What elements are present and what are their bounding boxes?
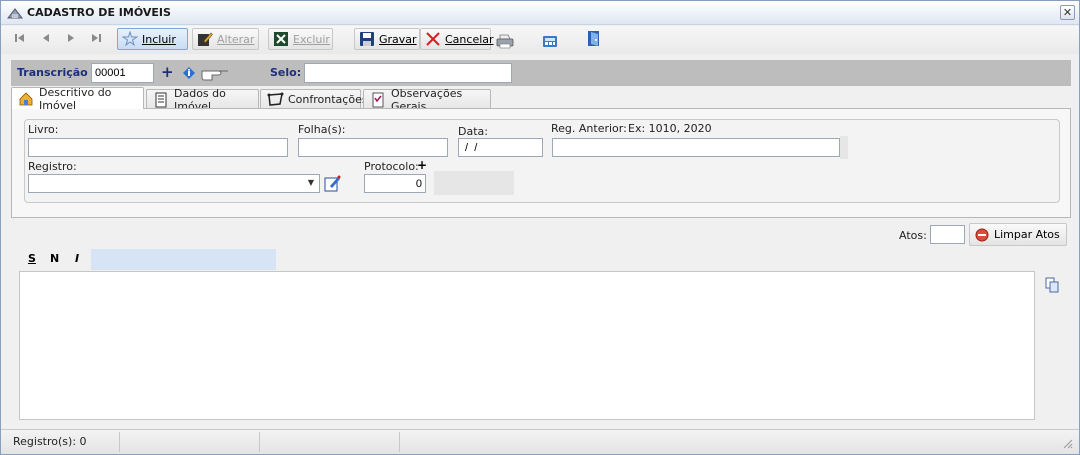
status-bar: Registro(s): 0: [1, 429, 1079, 454]
atos-bar: Atos: Limpar Atos: [11, 220, 1071, 248]
boundary-icon: [267, 92, 284, 108]
registros-count: Registro(s): 0: [13, 435, 87, 448]
livro-input[interactable]: [28, 138, 288, 157]
incluir-button[interactable]: Incluir: [117, 28, 188, 50]
folha-input[interactable]: [298, 138, 448, 157]
registro-select[interactable]: ▼: [28, 174, 320, 193]
reg-anterior-input[interactable]: [552, 138, 840, 157]
tab-dados-imovel[interactable]: Dados do Imóvel: [146, 87, 259, 113]
clear-icon: [974, 227, 990, 243]
transcricao-bar: Transcrição + Selo:: [11, 60, 1071, 86]
italic-button[interactable]: I: [75, 252, 79, 265]
registro-label: Registro:: [28, 160, 77, 173]
next-record-icon[interactable]: [64, 33, 78, 47]
limpar-atos-button[interactable]: Limpar Atos: [969, 223, 1067, 246]
app-icon: [6, 6, 24, 20]
notes-icon: [370, 92, 386, 108]
house-icon: [18, 91, 34, 107]
alterar-button[interactable]: Alterar: [192, 28, 259, 50]
status-divider: [119, 432, 120, 452]
transcricao-label: Transcrição: [17, 66, 88, 79]
first-record-icon[interactable]: [13, 33, 27, 47]
info-icon[interactable]: [182, 66, 196, 80]
protocolo-info-box: [434, 171, 514, 195]
status-divider: [259, 432, 260, 452]
format-highlight-area: [91, 249, 276, 270]
descritivo-panel: Livro: Folha(s): Data: Reg. Anterior: Ex…: [11, 108, 1071, 218]
tab-descritivo-imovel[interactable]: Descritivo do Imóvel: [11, 86, 144, 112]
underline-button[interactable]: S: [28, 252, 36, 265]
delete-icon: [273, 31, 289, 47]
copy-icon[interactable]: [1045, 277, 1059, 293]
status-divider: [399, 432, 400, 452]
new-record-icon: [121, 30, 139, 47]
toolbar: Incluir Alterar Excluir Gravar Cancelar: [1, 26, 1079, 54]
exit-door-icon[interactable]: [586, 30, 602, 46]
atos-label: Atos:: [899, 229, 927, 242]
title-bar: CADASTRO DE IMÓVEIS ✕: [1, 1, 1079, 25]
last-record-icon[interactable]: [89, 33, 103, 47]
memo-side-panel: [1035, 271, 1073, 420]
transcricao-input[interactable]: [91, 63, 154, 83]
registro-group: Livro: Folha(s): Data: Reg. Anterior: Ex…: [24, 119, 1060, 203]
selo-label: Selo:: [270, 66, 302, 79]
protocolo-input[interactable]: [364, 174, 426, 193]
printer-icon[interactable]: [496, 33, 514, 49]
chevron-down-icon[interactable]: ▼: [308, 178, 314, 187]
excluir-button[interactable]: Excluir: [268, 28, 333, 50]
cadastro-imoveis-window: CADASTRO DE IMÓVEIS ✕ Incluir Alterar Ex…: [0, 0, 1080, 455]
edit-registro-icon[interactable]: [324, 174, 342, 192]
pointing-hand-icon[interactable]: [200, 63, 230, 83]
document-icon: [153, 92, 169, 108]
reg-anterior-label: Reg. Anterior:: [551, 122, 627, 135]
cancel-icon: [425, 31, 441, 47]
bold-button[interactable]: N: [50, 252, 59, 265]
calculator-icon[interactable]: [542, 33, 558, 49]
atos-input[interactable]: [930, 225, 965, 244]
protocolo-label: Protocolo:: [364, 160, 419, 173]
format-toolbar: S N I: [19, 249, 1073, 270]
livro-label: Livro:: [28, 123, 59, 136]
gravar-button[interactable]: Gravar: [354, 28, 420, 50]
data-label: Data:: [458, 125, 488, 138]
reg-anterior-spacer: [840, 136, 848, 159]
tab-strip: Descritivo do Imóvel Dados do Imóvel Con…: [11, 86, 1071, 113]
tab-confrontacoes[interactable]: Confrontações: [260, 89, 368, 109]
folha-label: Folha(s):: [298, 123, 346, 136]
protocolo-add-button[interactable]: +: [417, 158, 427, 172]
edit-icon: [197, 31, 213, 47]
previous-record-icon[interactable]: [39, 33, 53, 47]
window-title: CADASTRO DE IMÓVEIS: [27, 6, 171, 19]
add-transcricao-button[interactable]: +: [161, 63, 174, 81]
descritivo-memo[interactable]: [19, 271, 1035, 420]
data-input[interactable]: [458, 138, 543, 157]
selo-input[interactable]: [304, 63, 512, 83]
cancelar-button[interactable]: Cancelar: [420, 28, 494, 50]
close-button[interactable]: ✕: [1060, 5, 1075, 20]
save-icon: [359, 31, 375, 47]
tab-observacoes-gerais[interactable]: Observações Gerais: [363, 87, 491, 113]
reg-anterior-hint: Ex: 1010, 2020: [628, 122, 712, 135]
resize-grip-icon[interactable]: [1062, 438, 1073, 449]
